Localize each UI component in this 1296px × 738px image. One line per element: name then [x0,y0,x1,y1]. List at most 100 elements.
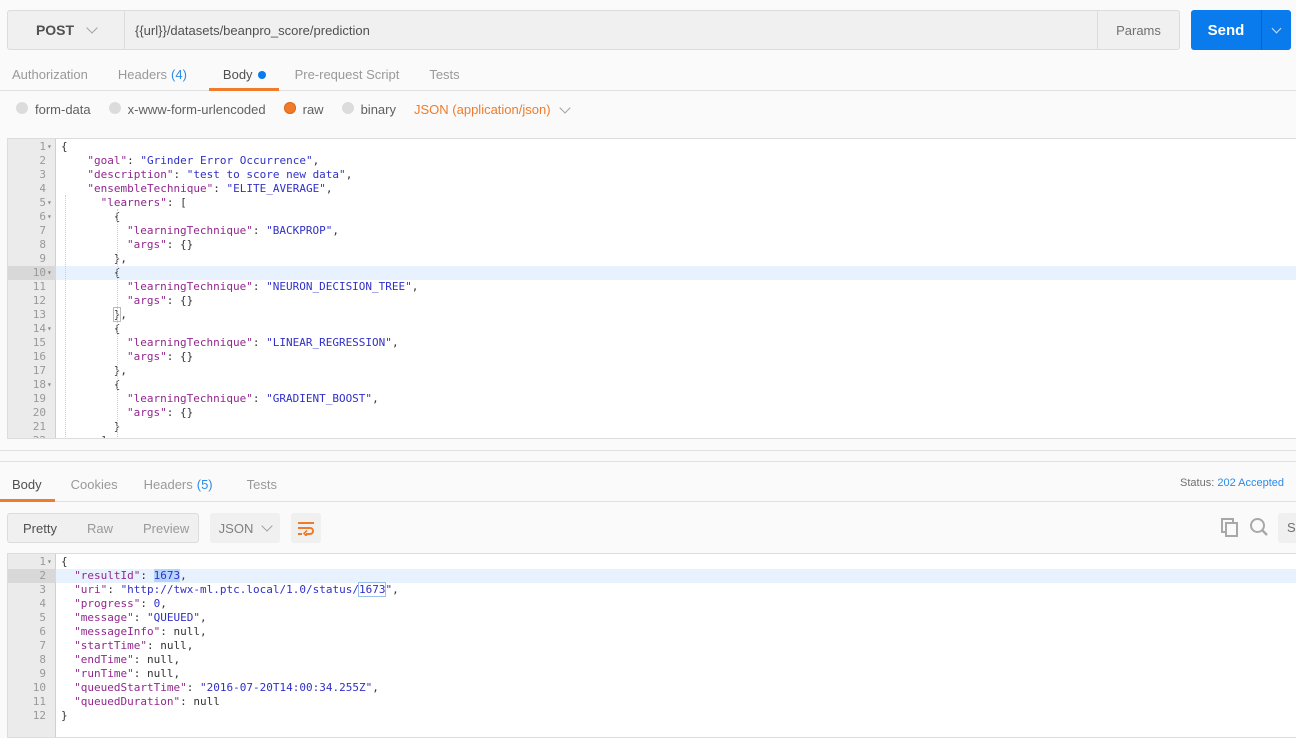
tab-label: Pre-request Script [294,67,400,82]
view-pretty-button[interactable]: Pretty [8,521,72,536]
code-token: "args" [127,238,167,251]
modified-dot-icon [257,70,266,79]
params-button[interactable]: Params [1097,11,1179,49]
response-tab-body[interactable]: Body [0,467,55,502]
status-value: 202 Accepted [1217,477,1284,489]
tab-pre-request-script[interactable]: Pre-request Script [283,59,412,90]
method-select[interactable]: POST [8,11,125,49]
line-number: 3 [39,583,46,596]
line-number: 6 [39,210,46,223]
pane-divider-line [0,461,1296,462]
pane-divider[interactable] [0,450,1296,451]
view-raw-button[interactable]: Raw [72,521,128,536]
code-token: : {} [166,350,194,363]
code-token: }, [113,364,128,377]
response-body-viewer[interactable]: 1 ▾ {2 "resultId": 1673, 3 "uri": "http://twx… [7,553,1296,738]
radio-icon [16,101,28,114]
code-text: "args": {} [127,294,193,308]
fold-toggle-icon[interactable]: ▾ [47,266,52,280]
code-token: : null, [133,653,181,666]
code-text: "message": "QUEUED", [74,611,206,625]
search-button[interactable] [1249,517,1269,542]
send-options-dropdown[interactable] [1261,10,1291,50]
code-token: , [391,336,399,349]
code-text: { [61,140,68,154]
wrap-lines-icon [298,522,314,536]
code-line: 1 ▾ { [8,555,1296,569]
indent-guide [65,195,66,438]
fold-toggle-icon[interactable]: ▾ [47,196,52,210]
code-token: , [372,392,379,405]
tab-tests[interactable]: Tests [417,59,471,90]
send-button[interactable]: Send [1191,10,1261,50]
radio-raw[interactable]: raw [283,101,324,117]
code-token: : [173,168,187,181]
code-text: } [61,709,68,723]
tab-body[interactable]: Body [208,59,279,91]
code-line: 15 "learningTechnique": "LINEAR_REGRESSIO… [8,336,1296,350]
code-text: }, [112,307,127,322]
code-line: 5 ▾ "learners": [ [8,196,1296,210]
code-token: : [252,224,267,237]
chevron-down-icon [86,22,98,34]
fold-toggle-icon[interactable]: ▾ [47,555,52,569]
response-tab-tests[interactable]: Tests [235,467,289,501]
code-token: "learningTechnique" [127,392,253,405]
code-text: { [61,555,68,569]
code-token: "learningTechnique" [127,224,253,237]
line-number: 9 [39,667,46,680]
code-token: "goal" [87,154,128,167]
code-line: 1 ▾ { [8,140,1296,154]
tab-label: Body [12,476,42,492]
tab-label: Cookies [70,476,118,492]
code-line: 4 "ensembleTechnique": "ELITE_AVERAGE", [8,182,1296,196]
request-body-editor[interactable]: 1 ▾{2 "goal": "Grinder Error Occurrence", 3… [7,138,1296,439]
line-number: 1 [39,140,46,153]
search-icon [1250,518,1268,536]
code-token: }, [113,252,128,265]
tab-headers[interactable]: Headers (4) [106,59,199,90]
tab-authorization[interactable]: Authorization [0,59,100,90]
indent-guide [117,209,118,438]
code-line: 17}, [8,364,1296,378]
code-token: "queuedDuration" [74,695,181,708]
code-token: : [252,336,267,349]
content-type-select[interactable]: JSON (application/json) [414,101,571,117]
fold-toggle-icon[interactable]: ▾ [47,322,52,336]
line-number: 6 [39,625,46,638]
fold-toggle-icon[interactable]: ▾ [47,140,52,154]
code-text: }, [114,252,127,266]
code-text: ] [101,434,108,438]
line-number: 2 [39,569,46,582]
radio-x-www-form-urlencoded[interactable]: x-www-form-urlencoded [108,101,266,117]
format-select[interactable]: JSON [210,513,280,543]
response-tab-headers[interactable]: Headers (5) [132,467,225,501]
wrap-lines-button[interactable] [291,513,321,543]
save-response-button[interactable]: Sa [1278,513,1296,543]
code-line: 10 "queuedStartTime": "2016-07-20T14:00:3… [8,681,1296,695]
code-token: "runTime" [74,667,134,680]
code-token: : [140,569,154,582]
chevron-down-icon [558,101,571,114]
line-number: 1 [39,555,46,568]
line-number: 7 [39,224,46,237]
fold-toggle-icon[interactable]: ▾ [47,378,52,392]
view-preview-button[interactable]: Preview [128,521,204,536]
radio-form-data[interactable]: form-data [16,101,91,117]
code-token: : [107,583,121,596]
response-tab-cookies[interactable]: Cookies [59,467,130,501]
url-input[interactable] [125,11,1097,49]
tab-label: Body [222,67,253,82]
code-text: "learningTechnique": "LINEAR_REGRESSION"… [127,336,399,350]
tab-label: Authorization [12,67,88,82]
copy-button[interactable] [1220,517,1240,542]
code-token: : [ [166,196,187,209]
code-token: , [160,597,167,610]
radio-binary[interactable]: binary [341,101,396,117]
body-type-options: form-data x-www-form-urlencoded raw bina… [16,101,571,117]
code-token: "ensembleTechnique" [87,182,214,195]
fold-toggle-icon[interactable]: ▾ [47,210,52,224]
code-line: 3 "description": "test to score new data"… [8,168,1296,182]
headers-count: (5) [196,476,213,492]
code-text: }, [114,364,127,378]
